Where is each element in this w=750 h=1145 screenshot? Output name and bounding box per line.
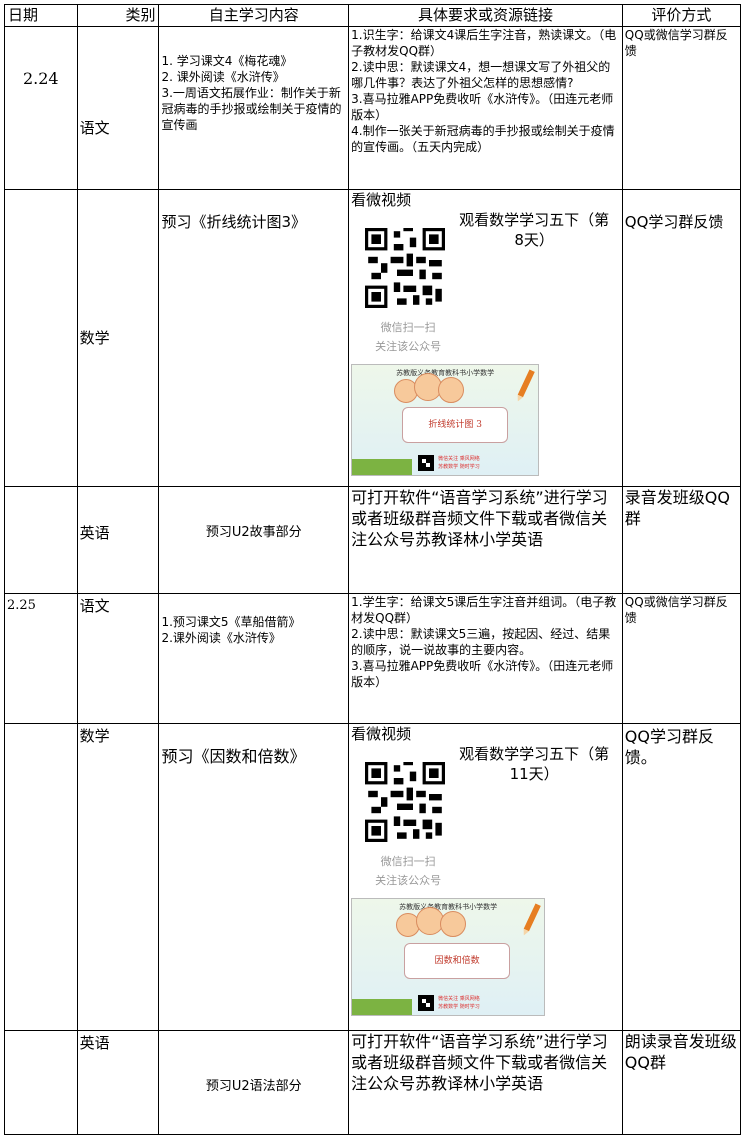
grass-decoration <box>352 459 413 475</box>
row-category: 英语 <box>76 486 160 594</box>
row-category: 数学 <box>76 723 160 1031</box>
row-evaluation: QQ学习群反馈。 <box>621 723 742 1031</box>
qr-code-icon[interactable] <box>365 228 446 308</box>
row-category: 语文 <box>76 26 160 190</box>
requirement-item: 1.学生字：给课文5课后生字注音并组词。（电子教材发QQ群） <box>351 595 617 625</box>
row-category: 英语 <box>76 1030 160 1135</box>
watch-text: 观看数学学习五下（第8天） <box>459 211 610 249</box>
requirement-item: 3.喜马拉雅APP免费收听《水浒传》。（田连元老师版本） <box>351 659 614 689</box>
video-cover-image[interactable]: 苏教版义务教育教科书小学数学 折线统计图 3 微信关注 乘风网络 苏教数学 随时… <box>351 364 540 476</box>
row-date <box>4 723 78 1031</box>
row-date: 2.24 <box>4 26 78 190</box>
homework-table: 日期 类别 自主学习内容 具体要求或资源链接 评价方式 2.24 语文 1. 学… <box>4 4 742 1135</box>
row-requirements: 可打开软件“语音学习系统”进行学习或者班级群音频文件下载或者微信关注公众号苏教译… <box>348 1030 623 1135</box>
row-content: 预习U2语法部分 <box>158 1030 350 1135</box>
table-row: 2.24 语文 1. 学习课文4《梅花魂》 2. 课外阅读《水浒传》 3.一周语… <box>4 26 742 190</box>
video-label: 看微视频 <box>351 191 412 209</box>
requirement-item: 4.制作一张关于新冠病毒的手抄报或绘制关于疫情的宣传画。（五天内完成） <box>351 124 615 154</box>
row-evaluation: QQ学习群反馈 <box>621 189 742 487</box>
header-evaluation: 评价方式 <box>621 4 742 27</box>
cartoon-kid-icon <box>438 377 465 403</box>
content-item: 1. 学习课文4《梅花魂》 <box>161 54 293 68</box>
header-content: 自主学习内容 <box>158 4 350 27</box>
row-category: 数学 <box>76 189 160 487</box>
row-date: 2.25 <box>4 593 78 724</box>
row-content: 预习U2故事部分 <box>158 486 350 594</box>
cover-note: 微信关注 乘风网络 苏教数学 随时学习 <box>438 996 480 1010</box>
row-date <box>4 486 78 594</box>
row-requirements: 看微视频 观看数学学习五下（第8天） 微信扫一扫 关注该公众号 苏教版义务教育教… <box>348 189 623 487</box>
watch-text: 观看数学学习五下（第11天） <box>459 745 610 783</box>
row-evaluation: QQ或微信学习群反馈 <box>621 26 742 190</box>
row-category: 语文 <box>76 593 160 724</box>
cover-header: 苏教版义务教育教科书小学数学 <box>396 369 495 377</box>
header-date: 日期 <box>4 4 78 27</box>
row-requirements: 看微视频 观看数学学习五下（第11天） 微信扫一扫 关注该公众号 苏教版义务教育… <box>348 723 623 1031</box>
cartoon-kid-icon <box>440 911 467 937</box>
qr-code-icon[interactable] <box>365 762 446 842</box>
row-content: 预习《因数和倍数》 <box>158 723 350 1031</box>
video-label: 看微视频 <box>351 725 412 743</box>
row-requirements: 1.识生字：给课文4课后生字注音，熟读课文。（电子教材发QQ群） 2.读中思：默… <box>348 26 623 190</box>
cover-title: 折线统计图 3 <box>402 407 509 443</box>
header-category: 类别 <box>76 4 160 27</box>
table-row: 数学 预习《因数和倍数》 看微视频 观看数学学习五下（第11天） 微信扫一扫 关… <box>4 723 742 1031</box>
row-evaluation: 朗读录音发班级QQ群 <box>621 1030 742 1135</box>
row-content: 预习《折线统计图3》 <box>158 189 350 487</box>
table-header-row: 日期 类别 自主学习内容 具体要求或资源链接 评价方式 <box>4 4 742 27</box>
table-row: 英语 预习U2故事部分 可打开软件“语音学习系统”进行学习或者班级群音频文件下载… <box>4 486 742 594</box>
content-item: 2. 课外阅读《水浒传》 <box>161 70 285 84</box>
content-item: 1.预习课文5《草船借箭》 <box>161 615 301 629</box>
content-item: 2.课外阅读《水浒传》 <box>161 631 281 645</box>
row-evaluation: 录音发班级QQ群 <box>621 486 742 594</box>
content-item: 3.一周语文拓展作业：制作关于新冠病毒的手抄报或绘制关于疫情的宣传画 <box>161 86 342 132</box>
grass-decoration <box>352 999 413 1015</box>
requirement-item: 3.喜马拉雅APP免费收听《水浒传》。（田连元老师版本） <box>351 92 614 122</box>
requirement-item: 2.读中思：默读课文5三遍，按起因、经过、结果的顺序，说一说故事的主要内容。 <box>351 627 611 657</box>
row-requirements: 1.学生字：给课文5课后生字注音并组词。（电子教材发QQ群） 2.读中思：默读课… <box>348 593 623 724</box>
requirement-item: 2.读中思：默读课文4，想一想课文写了外祖父的哪几件事？表达了外祖父怎样的思想感… <box>351 60 611 90</box>
qr-code-icon <box>418 455 435 471</box>
row-requirements: 可打开软件“语音学习系统”进行学习或者班级群音频文件下载或者微信关注公众号苏教译… <box>348 486 623 594</box>
table-row: 2.25 语文 1.预习课文5《草船借箭》 2.课外阅读《水浒传》 1.学生字：… <box>4 593 742 724</box>
requirement-item: 1.识生字：给课文4课后生字注音，熟读课文。（电子教材发QQ群） <box>351 28 617 58</box>
qr-code-icon <box>418 995 435 1011</box>
row-date <box>4 1030 78 1135</box>
scan-text: 微信扫一扫 关注该公众号 <box>375 321 442 353</box>
row-content: 1. 学习课文4《梅花魂》 2. 课外阅读《水浒传》 3.一周语文拓展作业：制作… <box>158 26 350 190</box>
table-row: 数学 预习《折线统计图3》 看微视频 观看数学学习五下（第8天） 微信扫一扫 关… <box>4 189 742 487</box>
row-date <box>4 189 78 487</box>
video-cover-image[interactable]: 苏教版义务教育教科书小学数学 因数和倍数 微信关注 乘风网络 苏教数学 随时学习 <box>351 898 546 1016</box>
table-row: 英语 预习U2语法部分 可打开软件“语音学习系统”进行学习或者班级群音频文件下载… <box>4 1030 742 1135</box>
cover-title: 因数和倍数 <box>404 943 511 979</box>
header-requirements: 具体要求或资源链接 <box>348 4 623 27</box>
row-evaluation: QQ或微信学习群反馈 <box>621 593 742 724</box>
scan-text: 微信扫一扫 关注该公众号 <box>375 855 442 887</box>
cover-note: 微信关注 乘风网络 苏教数学 随时学习 <box>438 456 480 470</box>
cover-header: 苏教版义务教育教科书小学数学 <box>399 903 498 911</box>
row-content: 1.预习课文5《草船借箭》 2.课外阅读《水浒传》 <box>158 593 350 724</box>
